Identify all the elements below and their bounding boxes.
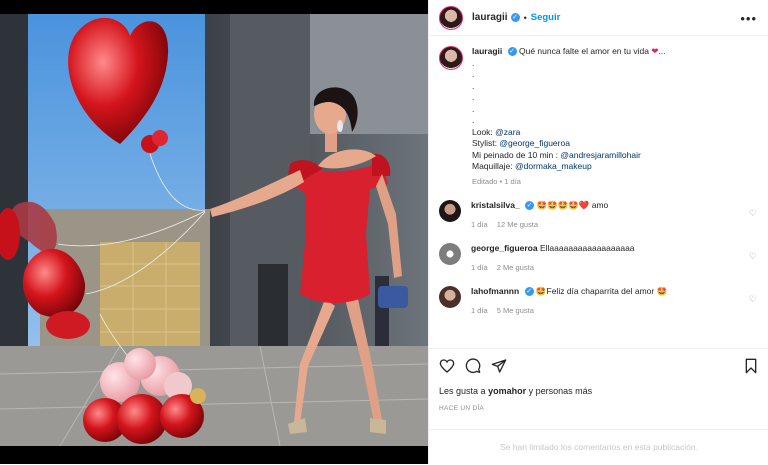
likes-prefix: Les gusta a [439,386,486,396]
share-paper-plane-icon[interactable] [491,358,507,376]
post-photo[interactable] [0,0,428,464]
photo-bottom-letterbox [0,446,428,464]
look-label: Look: [472,126,493,137]
comment-text: amo [591,200,609,210]
verified-icon: ✓ [524,287,534,297]
verified-icon: ✓ [507,47,517,57]
follow-button[interactable]: Seguir [531,12,561,23]
mention-makeup[interactable]: @dormaka_makeup [515,161,592,171]
comments-limited-notice: Se han limitado los comentarios en esta … [429,429,768,465]
likes-summary[interactable]: Les gusta a yomahor y personas más [439,386,592,396]
comment-time: 1 día [471,263,488,272]
caption-ellipsis: ... [658,46,666,56]
more-options-icon[interactable]: ••• [740,11,757,26]
likes-user[interactable]: yomahor [488,386,526,396]
post-age: HACE UN DÍA [439,405,485,412]
mention-hair[interactable]: @andresjaramillohair [560,150,640,160]
caption-meta: Editado • 1 día [472,176,666,188]
comment-likes[interactable]: 12 Me gusta [497,220,538,229]
caption-dot-3: . [472,80,475,91]
comment-avatar[interactable] [439,243,461,265]
comment-item: george_figueroa Ellaaaaaaaaaaaaaaaaaa 1 … [439,243,759,273]
verified-icon: ✓ [525,201,535,211]
caption-avatar[interactable] [439,46,463,70]
comment-text: Ellaaaaaaaaaaaaaaaaaa [539,243,635,253]
comments-scroll-area[interactable]: lauragii ✓ Qué nunca falte el amor en tu… [429,37,768,348]
comment-likes[interactable]: 5 Me gusta [497,306,534,315]
post-header: lauragii ✓ • Seguir ••• [429,0,768,36]
caption-dot-1: . [472,57,475,68]
comment-like-heart-icon[interactable]: ♡ [749,294,757,305]
verified-icon: ✓ [510,13,520,22]
comment-item: kristalsilva_ ✓ 🤩🤩🤩🤩❤️ amo 1 día 12 Me g… [439,200,759,230]
meta-separator: • [499,176,503,186]
caption-look-line: Look: @zara [472,127,666,139]
comment-bubble-icon[interactable] [465,358,481,376]
caption-hair-line: Mi peinado de 10 min : @andresjaramilloh… [472,150,666,162]
stylist-label: Stylist: [472,138,498,148]
edited-label: Editado [472,176,498,186]
caption-body: Qué nunca falte el amor en tu vida [518,46,649,56]
caption-username[interactable]: lauragii [472,46,502,56]
caption-time: 1 día [504,176,521,186]
post-modal: lauragii ✓ • Seguir ••• lauragii ✓ Qué n… [0,0,768,464]
action-icons [439,358,507,376]
comment-username[interactable]: lahofmannn [471,286,519,296]
post-side-panel: lauragii ✓ • Seguir ••• lauragii ✓ Qué n… [428,0,768,464]
caption-makeup-line: Maquillaje: @dormaka_makeup [472,161,666,173]
post-actions: Les gusta a yomahor y personas más HACE … [429,348,768,464]
likes-suffix[interactable]: y personas más [529,386,593,396]
makeup-label: Maquillaje: [472,161,513,171]
comment-avatar[interactable] [439,200,461,222]
caption-dot-6: . [472,115,475,125]
comment-likes[interactable]: 2 Me gusta [497,263,534,272]
separator-dot: • [523,12,527,23]
comment-time: 1 día [471,220,488,229]
comment-emojis: 🤩 [535,286,547,296]
caption-dot-2: . [472,69,475,79]
author-username[interactable]: lauragii [472,12,508,23]
caption-dot-5: . [472,103,475,114]
like-heart-icon[interactable] [439,358,455,376]
caption-stylist-line: Stylist: @george_figueroa [472,138,666,150]
comment-emojis: 🤩🤩🤩🤩❤️ [536,200,590,210]
comment-text: Feliz día chaparrita del amor [546,286,655,296]
comment-item: lahofmannn ✓ 🤩Feliz día chaparrita del a… [439,286,759,316]
author-avatar[interactable] [439,5,463,30]
comment-like-heart-icon[interactable]: ♡ [749,208,757,219]
post-image [0,14,428,446]
photo-top-letterbox [0,0,428,14]
mention-stylist[interactable]: @george_figueroa [499,138,570,148]
comment-emoji-after: 🤩 [656,286,668,296]
comment-username[interactable]: george_figueroa [471,243,538,253]
caption: lauragii ✓ Qué nunca falte el amor en tu… [439,46,759,187]
hair-label: Mi peinado de 10 min : [472,149,558,160]
save-bookmark-icon[interactable] [743,358,759,376]
comment-avatar[interactable] [439,286,461,308]
caption-dot-4: . [472,92,475,102]
mention-zara[interactable]: @zara [495,127,520,137]
caption-text: lauragii ✓ Qué nunca falte el amor en tu… [472,46,666,187]
comment-username[interactable]: kristalsilva_ [471,200,520,210]
comment-like-heart-icon[interactable]: ♡ [749,251,757,262]
comment-time: 1 día [471,306,488,315]
